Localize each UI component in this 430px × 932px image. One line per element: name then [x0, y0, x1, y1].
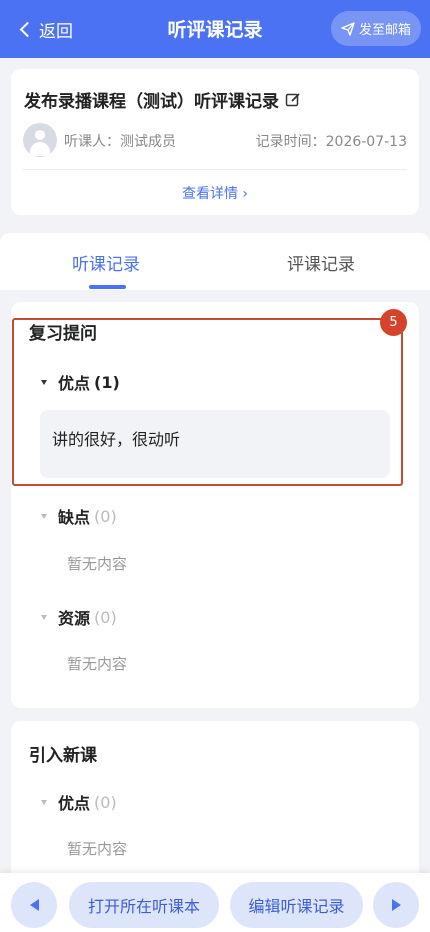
- group-count: (0): [94, 506, 117, 526]
- send-mail-label: 发至邮箱: [358, 23, 411, 38]
- group-header-strengths[interactable]: 优点 (1): [41, 370, 120, 394]
- section-card-introduce-new-lesson: 引入新课 优点 (0) 暂无内容: [11, 721, 419, 891]
- course-title: 发布录播课程（测试）听评课记录: [24, 87, 301, 112]
- record-info-card: 发布录播课程（测试）听评课记录 听课人：测试成员 记录时间：2026-07-13…: [11, 69, 419, 215]
- section-card-review-questions: 复习提问 优点 (1) 讲的很好，很动听 缺点 (0) 暂无内容 资源 (0) …: [11, 302, 419, 708]
- edit-record-button[interactable]: 编辑听课记录: [230, 882, 363, 928]
- play-right-icon: [391, 899, 401, 911]
- tab-bar: 听课记录 评课记录: [0, 233, 430, 290]
- caret-down-icon: [41, 799, 47, 805]
- group-header-resources[interactable]: 资源 (0): [41, 605, 117, 629]
- bottom-action-bar: 打开所在听课本 编辑听课记录: [0, 873, 430, 932]
- empty-placeholder: 暂无内容: [67, 655, 128, 673]
- listener-info: 听课人：测试成员: [64, 134, 176, 150]
- comment-item: 讲的很好，很动听: [40, 410, 390, 478]
- group-count: (1): [94, 372, 120, 392]
- group-count: (0): [94, 607, 117, 627]
- caret-down-icon: [41, 379, 47, 385]
- group-header-weaknesses[interactable]: 缺点 (0): [41, 504, 117, 528]
- highlight-badge: 5: [380, 309, 407, 336]
- edit-icon[interactable]: [285, 92, 301, 108]
- send-to-mail-button[interactable]: 发至邮箱: [331, 11, 421, 46]
- section-title: 引入新课: [29, 746, 97, 766]
- open-notebook-button[interactable]: 打开所在听课本: [69, 882, 219, 928]
- active-tab-indicator: [89, 285, 126, 289]
- empty-placeholder: 暂无内容: [67, 840, 128, 858]
- group-label: 优点: [58, 794, 91, 813]
- listener-name: 测试成员: [120, 134, 176, 150]
- empty-placeholder: 暂无内容: [67, 555, 128, 573]
- group-label: 优点: [58, 374, 91, 393]
- record-time: 记录时间：2026-07-13: [255, 134, 407, 150]
- avatar: [23, 123, 57, 157]
- record-time-value: 2026-07-13: [325, 134, 407, 150]
- play-left-icon: [29, 899, 39, 911]
- next-button[interactable]: [373, 882, 419, 928]
- caret-down-icon: [41, 513, 47, 519]
- tab-listening-record[interactable]: 听课记录: [72, 250, 140, 275]
- view-details-link[interactable]: 查看详情 ›: [11, 183, 419, 203]
- send-icon: [341, 21, 355, 36]
- top-bar: 返回 听评课记录 发至邮箱: [0, 0, 430, 58]
- previous-button[interactable]: [11, 882, 57, 928]
- group-label: 缺点: [58, 508, 91, 527]
- tab-evaluation-record[interactable]: 评课记录: [287, 250, 355, 275]
- group-count: (0): [94, 792, 117, 812]
- course-title-text: 发布录播课程（测试）听评课记录: [24, 92, 279, 112]
- section-title: 复习提问: [29, 324, 97, 344]
- group-header-strengths[interactable]: 优点 (0): [41, 790, 117, 814]
- caret-down-icon: [41, 614, 47, 620]
- divider: [23, 169, 407, 170]
- group-label: 资源: [58, 609, 91, 628]
